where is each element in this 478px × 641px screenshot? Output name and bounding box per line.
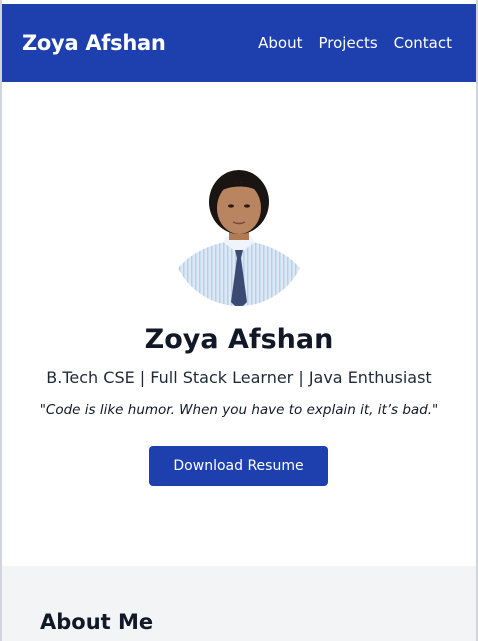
profile-photo xyxy=(171,170,307,306)
page: Zoya Afshan About Projects Contact Zoya … xyxy=(0,0,478,641)
hero-section: Zoya Afshan B.Tech CSE | Full Stack Lear… xyxy=(2,82,476,566)
about-section: About Me xyxy=(2,566,476,641)
nav-projects[interactable]: Projects xyxy=(319,34,378,52)
about-heading: About Me xyxy=(40,610,154,634)
profile-name: Zoya Afshan xyxy=(144,324,334,355)
navbar: Zoya Afshan About Projects Contact xyxy=(2,4,476,82)
nav-contact[interactable]: Contact xyxy=(394,34,452,52)
profile-quote: "Code is like humor. When you have to ex… xyxy=(39,402,439,418)
brand-logo[interactable]: Zoya Afshan xyxy=(22,31,166,55)
nav-about[interactable]: About xyxy=(258,34,302,52)
avatar-illustration xyxy=(171,170,307,306)
nav-links: About Projects Contact xyxy=(258,34,452,52)
download-resume-button[interactable]: Download Resume xyxy=(149,446,328,486)
profile-tagline: B.Tech CSE | Full Stack Learner | Java E… xyxy=(46,368,432,387)
